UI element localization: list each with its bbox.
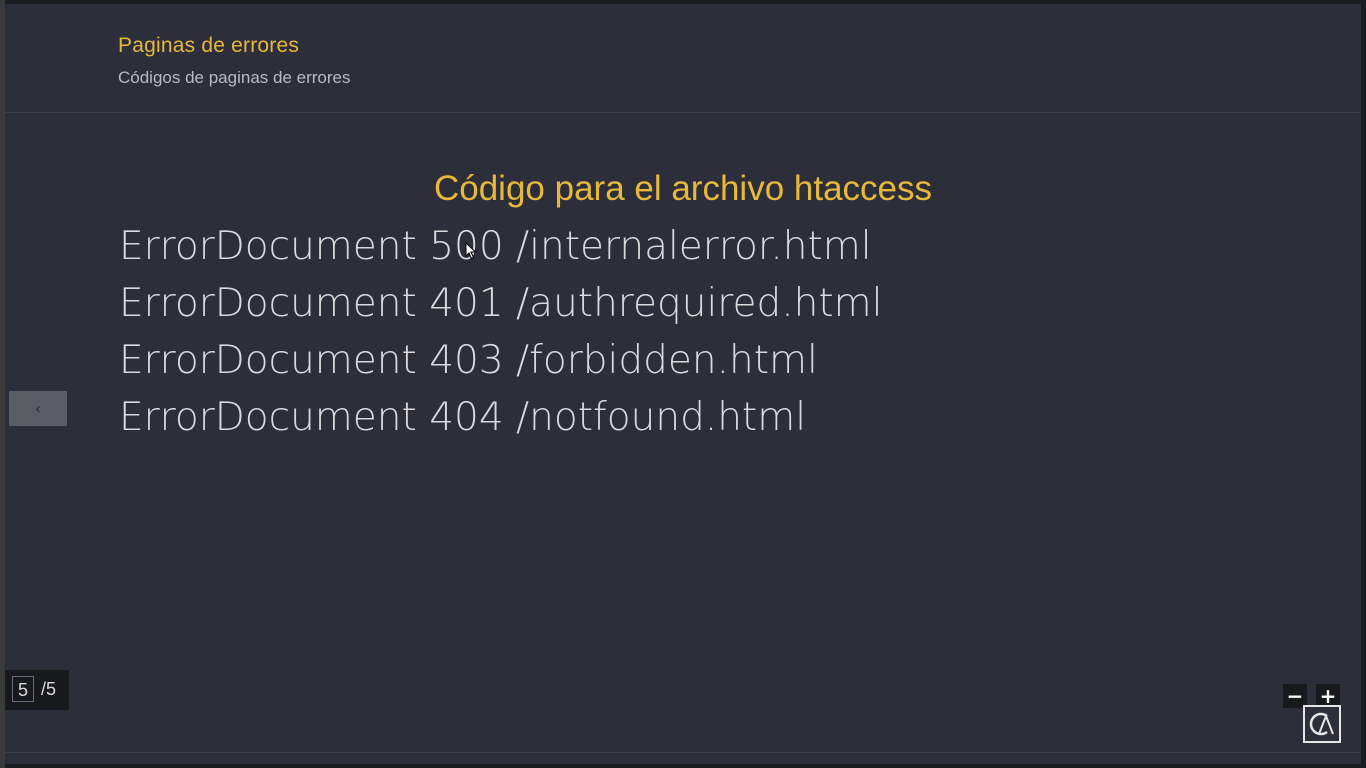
presentation-subtitle: Códigos de paginas de errores <box>118 68 351 87</box>
slide-heading: Código para el archivo htaccess <box>433 169 933 208</box>
presentation-viewer: Paginas de errores Códigos de paginas de… <box>5 4 1361 764</box>
footer-divider <box>5 752 1361 753</box>
logo-icon <box>1309 712 1334 736</box>
slide-header: Paginas de errores Códigos de paginas de… <box>5 4 1361 113</box>
current-page-input[interactable]: 5 <box>12 676 34 702</box>
brand-logo <box>1303 705 1341 743</box>
page-counter: 5 /5 <box>5 670 69 710</box>
total-pages: /5 <box>41 679 57 699</box>
previous-slide-button[interactable]: ‹ <box>9 391 67 426</box>
code-block: ErrorDocument 500 /internalerror.html Er… <box>119 218 882 446</box>
code-line: ErrorDocument 500 /internalerror.html <box>119 224 872 269</box>
code-line: ErrorDocument 404 /notfound.html <box>119 395 807 440</box>
code-line: ErrorDocument 403 /forbidden.html <box>119 338 818 383</box>
presentation-title: Paginas de errores <box>118 34 300 57</box>
mouse-cursor-icon <box>465 241 477 265</box>
code-line: ErrorDocument 401 /authrequired.html <box>119 281 883 326</box>
